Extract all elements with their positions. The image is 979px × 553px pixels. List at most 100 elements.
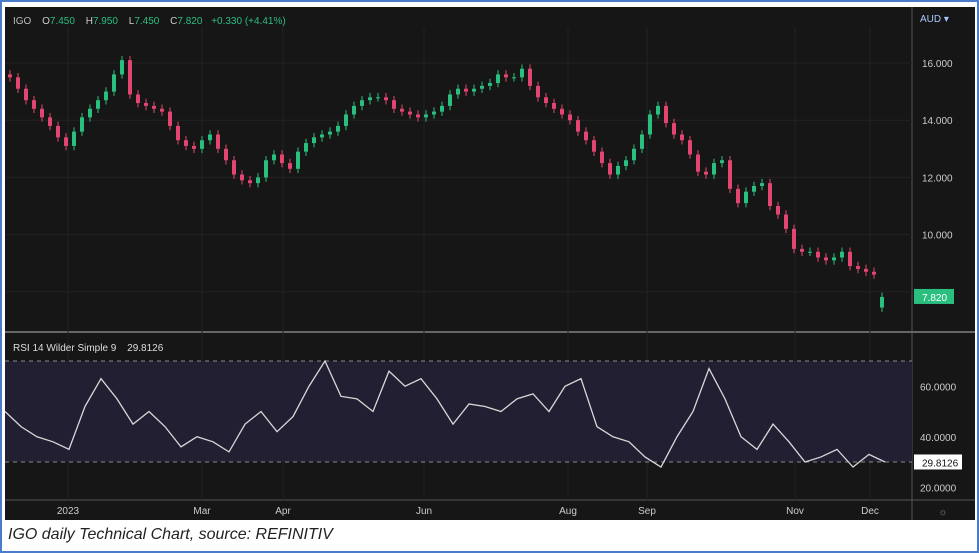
rsi-legend: RSI 14 Wilder Simple 9 29.8126 xyxy=(13,343,171,354)
candle-body xyxy=(272,154,276,161)
candle-body xyxy=(576,120,580,132)
time-label: Aug xyxy=(559,506,577,517)
candle-body xyxy=(456,88,460,95)
candle-body xyxy=(208,134,212,141)
last-price-label: 7.820 xyxy=(922,293,947,304)
candle-body xyxy=(216,134,220,149)
candle-body xyxy=(408,111,412,115)
candle-body xyxy=(688,140,692,155)
rsi-tick-label: 60.0000 xyxy=(920,382,957,393)
rsi-label: RSI 14 Wilder Simple 9 xyxy=(13,343,117,354)
candle-body xyxy=(864,268,868,272)
candle-body xyxy=(696,154,700,172)
chart-svg[interactable]: AUD ▾ 16.000 14.000 12.000 10.000 7.820 60.000… xyxy=(5,7,975,520)
candle-body xyxy=(360,100,364,106)
candle-body xyxy=(232,160,236,175)
price-tick-label: 12.000 xyxy=(922,173,953,184)
candle-body xyxy=(144,103,148,106)
candle-body xyxy=(192,145,196,149)
candle-body xyxy=(424,114,428,118)
candle-body xyxy=(632,148,636,161)
candle-body xyxy=(736,188,740,204)
candle-body xyxy=(72,131,76,146)
candle-body xyxy=(8,74,12,78)
candle-body xyxy=(112,74,116,92)
candle-body xyxy=(184,140,188,146)
candle-body xyxy=(792,228,796,249)
candle-body xyxy=(240,174,244,181)
rsi-tick-label: 20.0000 xyxy=(920,483,957,494)
candle-body xyxy=(648,114,652,135)
candle-body xyxy=(760,183,764,186)
candle-body xyxy=(856,266,860,269)
candle-body xyxy=(720,160,724,164)
candle-body xyxy=(520,68,524,78)
candle-body xyxy=(352,105,356,115)
chart-container[interactable]: AUD ▾ 16.000 14.000 12.000 10.000 7.820 60.000… xyxy=(5,7,975,520)
candle-body xyxy=(152,105,156,109)
candle-body xyxy=(376,97,380,99)
candle-body xyxy=(608,163,612,175)
candle-body xyxy=(616,165,620,175)
candle-body xyxy=(464,88,468,92)
candle-body xyxy=(840,251,844,258)
candle-body xyxy=(40,108,44,118)
candle-body xyxy=(432,111,436,115)
candle-body xyxy=(672,123,676,135)
candle-body xyxy=(664,105,668,124)
change-value: +0.330 (+4.41%) xyxy=(211,16,286,27)
candle-body xyxy=(56,125,60,138)
candle-body xyxy=(592,140,596,152)
candle-body xyxy=(96,100,100,109)
candle-body xyxy=(416,114,420,118)
candle-body xyxy=(680,134,684,141)
candle-body xyxy=(488,83,492,86)
candle-body xyxy=(88,108,92,118)
candle-body xyxy=(296,151,300,169)
candle-body xyxy=(280,154,284,164)
candle-body xyxy=(64,137,68,146)
candle-body xyxy=(128,60,132,95)
candle-body xyxy=(248,180,252,184)
candle-body xyxy=(472,88,476,92)
candle-body xyxy=(80,117,84,132)
time-label: Nov xyxy=(786,506,804,517)
candle-body xyxy=(120,60,124,75)
time-label: Mar xyxy=(193,506,211,517)
candle-body xyxy=(808,251,812,253)
candle-body xyxy=(504,74,508,78)
candle-body xyxy=(528,68,532,86)
candle-body xyxy=(160,108,164,112)
candle-body xyxy=(200,140,204,149)
rsi-band xyxy=(5,361,912,462)
rsi-tick-label: 40.0000 xyxy=(920,433,957,444)
candle-body xyxy=(800,248,804,252)
candle-body xyxy=(264,160,268,178)
rsi-last-label: 29.8126 xyxy=(922,458,959,469)
candle-body xyxy=(176,125,180,141)
candle-body xyxy=(24,88,28,101)
rsi-value: 29.8126 xyxy=(127,343,164,354)
caption: IGO daily Technical Chart, source: REFIN… xyxy=(8,526,333,543)
candle-body xyxy=(712,163,716,175)
candle-body xyxy=(288,163,292,169)
candle-body xyxy=(392,100,396,109)
candle-body xyxy=(400,108,404,112)
time-label: Apr xyxy=(275,506,291,517)
candle-body xyxy=(824,257,828,261)
candle-body xyxy=(32,100,36,109)
candle-body xyxy=(552,103,556,109)
candle-body xyxy=(600,151,604,164)
candle-body xyxy=(16,77,20,89)
candle-body xyxy=(344,114,348,126)
candle-body xyxy=(544,97,548,104)
candle-body xyxy=(256,177,260,184)
price-tick-label: 16.000 xyxy=(922,59,953,70)
close-value: 7.820 xyxy=(177,16,203,27)
time-label: Jun xyxy=(416,506,432,517)
candle-body xyxy=(880,296,884,308)
high-value: 7.950 xyxy=(92,16,118,27)
candle-body xyxy=(368,97,372,101)
candle-body xyxy=(752,185,756,192)
candle-body xyxy=(832,257,836,261)
